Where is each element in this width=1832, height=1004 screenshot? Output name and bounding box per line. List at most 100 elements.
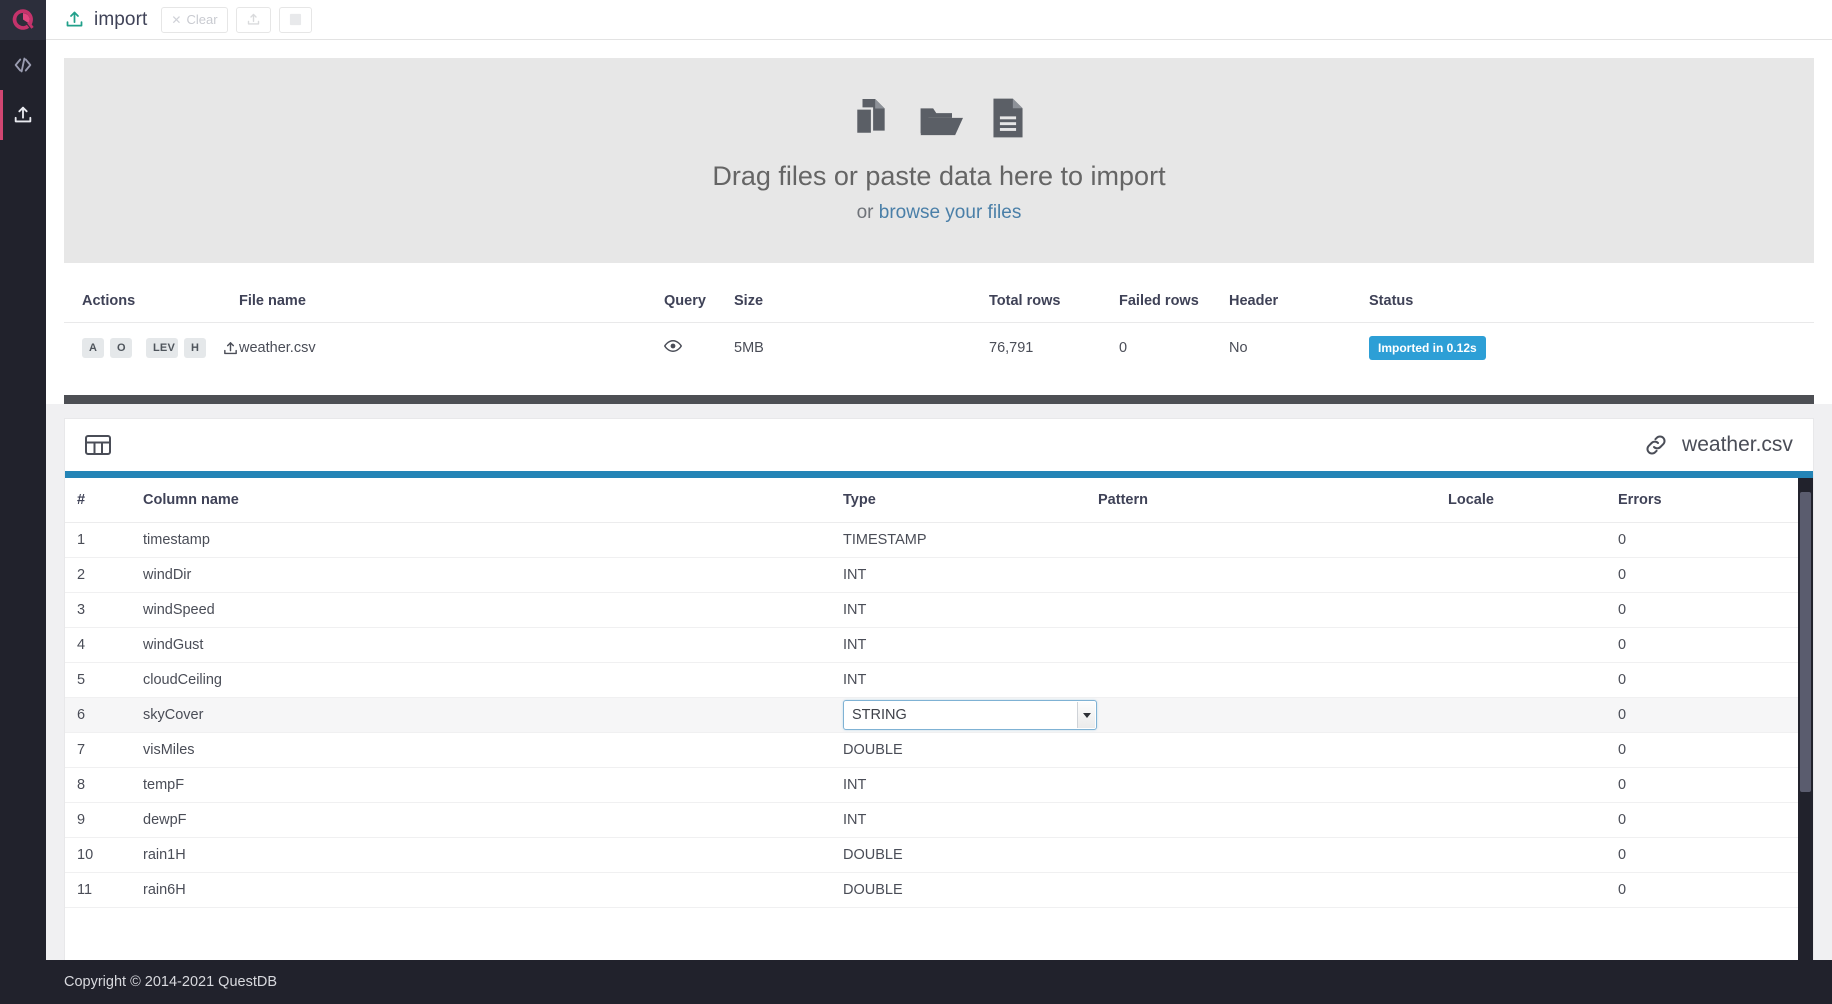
schema-scrollbar[interactable] bbox=[1797, 478, 1813, 960]
schema-body: 1 timestamp TIMESTAMP 0 2 windDir INT 0 3 windSpe… bbox=[65, 522, 1813, 908]
row-type-cell[interactable]: DOUBLE bbox=[843, 732, 1098, 768]
row-pattern bbox=[1098, 837, 1448, 873]
badge-h[interactable]: H bbox=[184, 338, 206, 358]
row-index: 4 bbox=[65, 627, 143, 663]
row-column-name: cloudCeiling bbox=[143, 662, 843, 698]
row-pattern bbox=[1098, 627, 1448, 663]
row-column-name: windSpeed bbox=[143, 592, 843, 628]
row-query-cell bbox=[663, 323, 734, 374]
row-locale bbox=[1448, 557, 1618, 593]
content-area: Drag files or paste data here to import … bbox=[46, 40, 1832, 960]
row-pattern bbox=[1098, 522, 1448, 558]
badge-lev[interactable]: LEV bbox=[146, 338, 178, 358]
row-column-name: rain6H bbox=[143, 872, 843, 908]
table-row[interactable]: 5 cloudCeiling INT 0 bbox=[65, 662, 1813, 698]
table-row[interactable]: 9 dewpF INT 0 bbox=[65, 802, 1813, 838]
console-icon bbox=[14, 57, 32, 73]
table-row[interactable]: 3 windSpeed INT 0 bbox=[65, 592, 1813, 628]
table-row[interactable]: 1 timestamp TIMESTAMP 0 bbox=[65, 522, 1813, 558]
row-status-cell: Imported in 0.12s bbox=[1369, 323, 1814, 374]
import-icon bbox=[14, 106, 32, 123]
row-type-cell[interactable]: INT bbox=[843, 767, 1098, 803]
clear-button-label: Clear bbox=[186, 12, 218, 27]
sidebar-item-import[interactable] bbox=[0, 90, 46, 140]
col-actions: Actions bbox=[64, 289, 239, 323]
row-type-cell[interactable]: INT bbox=[843, 557, 1098, 593]
row-errors: 0 bbox=[1618, 662, 1813, 698]
type-select[interactable]: STRING bbox=[843, 700, 1097, 730]
row-total-rows: 76,791 bbox=[989, 340, 1034, 356]
table-row[interactable]: 4 windGust INT 0 bbox=[65, 627, 1813, 663]
row-column-name: windDir bbox=[143, 557, 843, 593]
row-type-cell[interactable]: DOUBLE bbox=[843, 837, 1098, 873]
col-pattern: Pattern bbox=[1098, 478, 1448, 523]
row-index: 11 bbox=[65, 872, 143, 908]
row-upload-button[interactable] bbox=[222, 340, 239, 357]
table-row[interactable]: 11 rain6H DOUBLE 0 bbox=[65, 872, 1813, 908]
browse-files-link[interactable]: browse your files bbox=[879, 202, 1022, 223]
row-type-cell[interactable]: INT bbox=[843, 627, 1098, 663]
row-column-name: rain1H bbox=[143, 837, 843, 873]
table-row[interactable]: A O LEV H weather.csv 5MB 76,791 0 No Im… bbox=[64, 323, 1814, 374]
row-type-cell[interactable]: TIMESTAMP bbox=[843, 522, 1098, 558]
grid-view-button[interactable] bbox=[85, 434, 111, 456]
file-dropzone[interactable]: Drag files or paste data here to import … bbox=[64, 58, 1814, 263]
row-locale bbox=[1448, 767, 1618, 803]
row-locale bbox=[1448, 697, 1618, 733]
row-index: 3 bbox=[65, 592, 143, 628]
col-type: Type bbox=[843, 478, 1098, 523]
row-file-name: weather.csv bbox=[239, 340, 316, 356]
schema-scrollbar-thumb[interactable] bbox=[1799, 492, 1811, 792]
col-size: Size bbox=[734, 289, 989, 323]
row-pattern bbox=[1098, 557, 1448, 593]
tab-import[interactable]: import bbox=[58, 0, 161, 40]
row-index: 6 bbox=[65, 697, 143, 733]
schema-title: weather.csv bbox=[1644, 433, 1793, 457]
document-icon bbox=[993, 98, 1023, 138]
import-tab-icon bbox=[66, 11, 83, 27]
row-locale bbox=[1448, 627, 1618, 663]
row-type-cell[interactable]: DOUBLE bbox=[843, 872, 1098, 908]
col-column-name: Column name bbox=[143, 478, 843, 523]
clear-button[interactable]: ✕ Clear bbox=[161, 6, 228, 33]
eye-icon bbox=[663, 340, 683, 352]
row-column-name: timestamp bbox=[143, 522, 843, 558]
row-locale bbox=[1448, 872, 1618, 908]
row-column-name: windGust bbox=[143, 627, 843, 663]
view-query-button[interactable] bbox=[663, 340, 683, 357]
schema-scroll-area[interactable]: # Column name Type Pattern Locale Errors… bbox=[65, 478, 1813, 960]
table-row[interactable]: 8 tempF INT 0 bbox=[65, 767, 1813, 803]
type-select-toggle[interactable] bbox=[1077, 702, 1095, 728]
row-size: 5MB bbox=[734, 340, 764, 356]
stop-button[interactable] bbox=[278, 6, 312, 33]
row-actions-cell: A O LEV H bbox=[64, 323, 239, 374]
upload-button[interactable] bbox=[235, 6, 271, 33]
questdb-logo-icon bbox=[12, 9, 34, 30]
table-row[interactable]: 2 windDir INT 0 bbox=[65, 557, 1813, 593]
badge-o[interactable]: O bbox=[110, 338, 132, 358]
row-type-cell[interactable]: INT bbox=[843, 592, 1098, 628]
row-locale bbox=[1448, 837, 1618, 873]
dropzone-subtitle: or browse your files bbox=[857, 202, 1022, 224]
badge-a[interactable]: A bbox=[82, 338, 104, 358]
row-index: 7 bbox=[65, 732, 143, 768]
row-column-name: skyCover bbox=[143, 697, 843, 733]
row-failed-rows: 0 bbox=[1119, 340, 1128, 356]
section-divider[interactable] bbox=[64, 395, 1814, 404]
table-row[interactable]: 6 skyCover STRING 0 bbox=[65, 697, 1813, 733]
table-row[interactable]: 10 rain1H DOUBLE 0 bbox=[65, 837, 1813, 873]
row-index: 9 bbox=[65, 802, 143, 838]
row-type-cell[interactable]: STRING bbox=[843, 697, 1098, 733]
schema-file-name: weather.csv bbox=[1682, 433, 1793, 456]
row-type-cell[interactable]: INT bbox=[843, 662, 1098, 698]
col-total-rows: Total rows bbox=[989, 289, 1119, 323]
table-row[interactable]: 7 visMiles DOUBLE 0 bbox=[65, 732, 1813, 768]
row-type-cell[interactable]: INT bbox=[843, 802, 1098, 838]
col-locale: Locale bbox=[1448, 478, 1618, 523]
open-folder-icon bbox=[920, 108, 963, 136]
link-button[interactable] bbox=[1644, 433, 1668, 457]
questdb-logo[interactable] bbox=[0, 0, 46, 40]
toolbar: import ✕ Clear bbox=[46, 0, 1832, 40]
sidebar-item-console[interactable] bbox=[0, 40, 46, 90]
col-file-name: File name bbox=[239, 289, 664, 323]
